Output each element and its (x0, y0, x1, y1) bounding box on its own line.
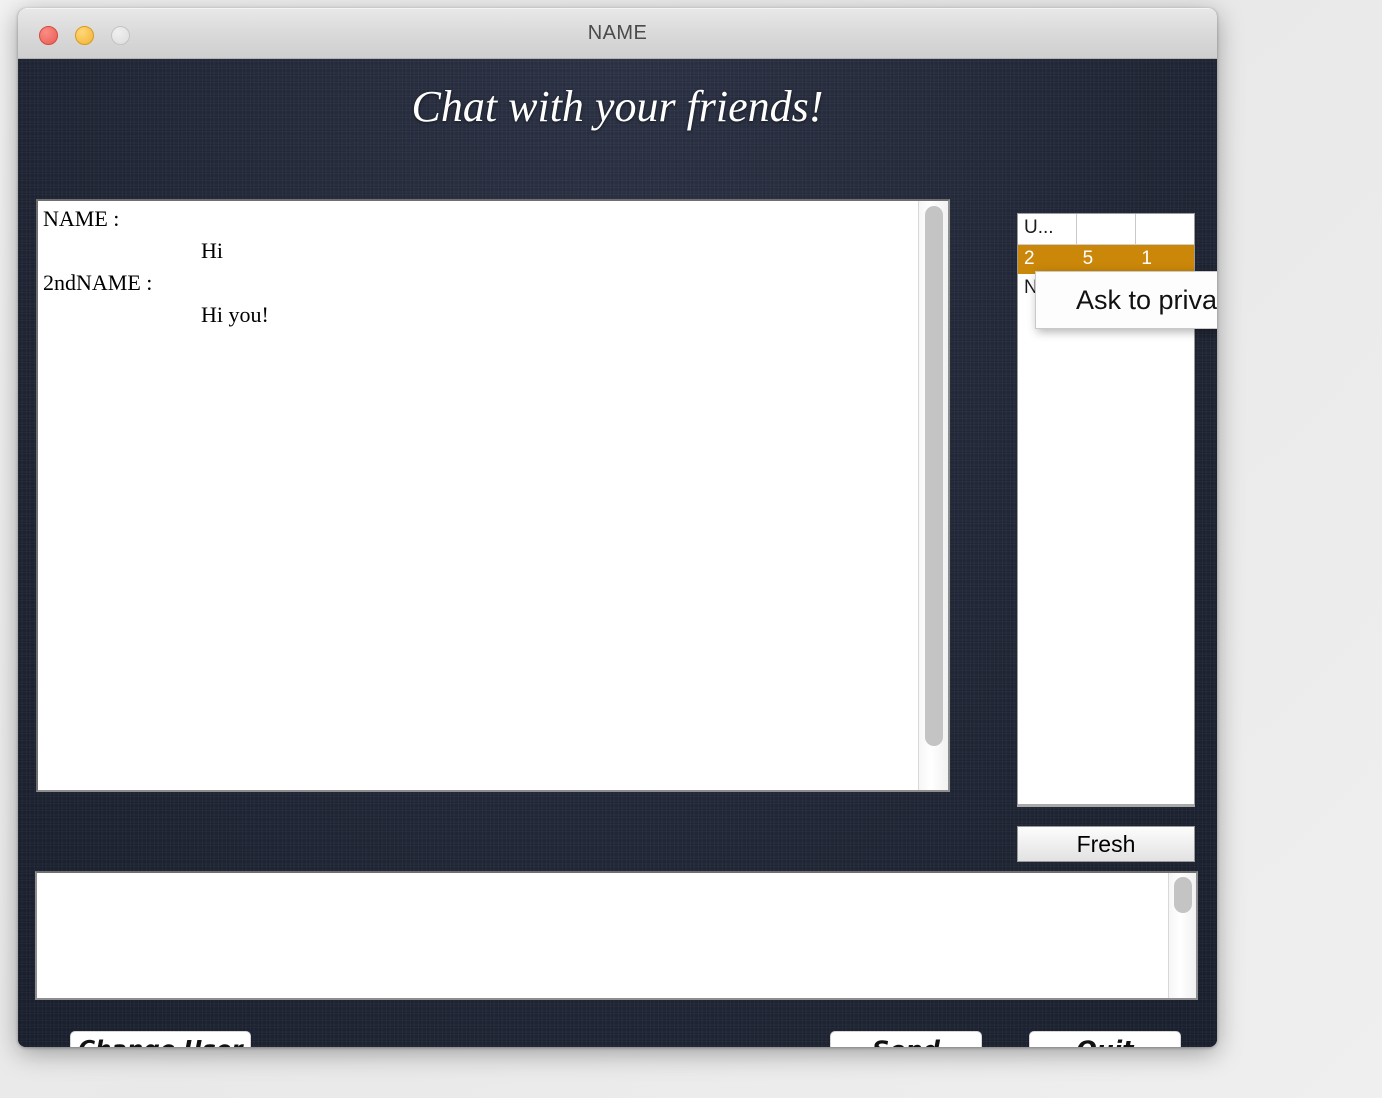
desktop-background: NAME Chat with your friends! NAME : Hi 2… (0, 0, 1382, 1098)
send-button[interactable]: Send (830, 1031, 982, 1047)
chat-application-window: NAME Chat with your friends! NAME : Hi 2… (18, 8, 1217, 1047)
table-row[interactable]: 2 5 1 (1018, 245, 1194, 274)
window-titlebar[interactable]: NAME (18, 8, 1217, 59)
chat-message-body: Hi (201, 237, 223, 263)
refresh-user-list-button[interactable]: Fresh (1017, 826, 1195, 862)
user-list-column-header[interactable] (1077, 214, 1136, 244)
user-list-column-header[interactable]: U... (1018, 214, 1077, 244)
user-list-header-row: U... (1018, 214, 1194, 245)
chat-transcript-panel[interactable]: NAME : Hi 2ndNAME : Hi you! (36, 199, 950, 792)
chat-message-list: NAME : Hi 2ndNAME : Hi you! (43, 203, 912, 331)
application-body: Chat with your friends! NAME : Hi 2ndNAM… (18, 59, 1217, 1047)
menu-item-ask-to-private-chat[interactable]: Ask to private chat (1036, 272, 1217, 328)
window-title: NAME (587, 22, 648, 44)
message-input-scrollbar[interactable] (1168, 873, 1196, 998)
message-input-panel[interactable] (35, 871, 1198, 1000)
chat-sender: NAME : (43, 206, 120, 231)
chat-message-body: Hi you! (201, 301, 269, 327)
context-menu: Ask to private chat (1035, 271, 1217, 329)
message-input-scrollbar-thumb[interactable] (1174, 877, 1192, 913)
quit-button[interactable]: Quit (1029, 1031, 1181, 1047)
page-title: Chat with your friends! (411, 82, 824, 131)
table-cell: 2 (1024, 248, 1035, 269)
chat-scrollbar-thumb[interactable] (925, 206, 943, 746)
change-user-button[interactable]: Change User (70, 1031, 251, 1047)
chat-sender: 2ndNAME : (43, 269, 153, 295)
user-list-column-header[interactable] (1136, 214, 1194, 244)
chat-scrollbar[interactable] (918, 201, 948, 790)
table-cell: 5 (1082, 248, 1094, 269)
table-cell: 1 (1141, 248, 1152, 269)
